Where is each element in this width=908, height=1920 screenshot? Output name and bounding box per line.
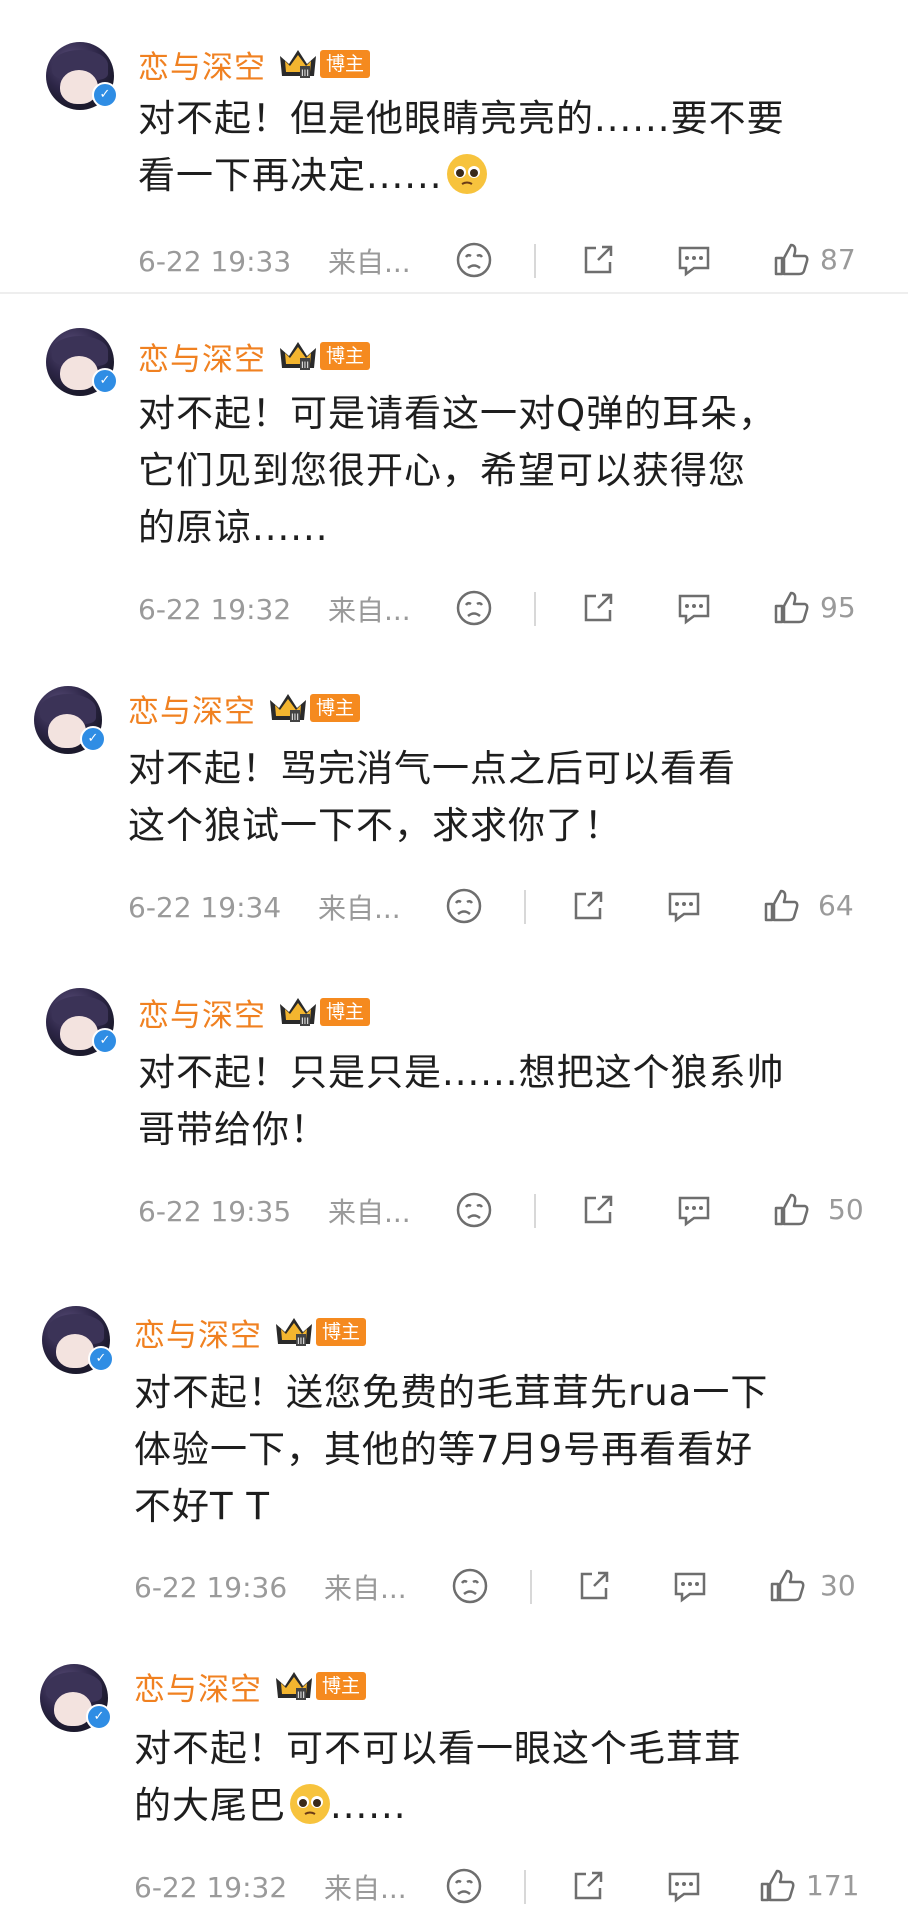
like-count: 95: [820, 591, 856, 624]
dislike-face-icon[interactable]: [454, 240, 494, 280]
comment-source: 来自...: [328, 1196, 411, 1229]
like-icon[interactable]: [772, 240, 812, 280]
comment-time: 6-22 19:32: [134, 1870, 288, 1904]
comment-time: 6-22 19:33: [138, 244, 292, 278]
svg-text:III: III: [297, 1691, 305, 1701]
crown-icon: III: [280, 342, 316, 371]
blogger-badge: 博主: [320, 50, 371, 78]
blogger-badge: 博主: [316, 1318, 367, 1346]
svg-text:III: III: [297, 1337, 305, 1347]
comment-source: 来自...: [324, 1572, 407, 1605]
like-count: 171: [806, 1869, 860, 1902]
crown-icon: III: [280, 998, 316, 1027]
divider: [534, 592, 536, 626]
username[interactable]: 恋与深空: [128, 686, 256, 731]
like-count: 87: [820, 243, 856, 276]
like-count: 30: [820, 1569, 856, 1602]
verified-icon: ✓: [92, 82, 118, 108]
comment-time: 6-22 19:34: [128, 890, 282, 924]
comment-icon[interactable]: [670, 1566, 710, 1606]
comment-time: 6-22 19:36: [134, 1570, 288, 1604]
divider: [524, 1870, 526, 1904]
crown-icon: III: [276, 1318, 312, 1347]
share-icon[interactable]: [578, 588, 618, 628]
comment-icon[interactable]: [674, 240, 714, 280]
share-icon[interactable]: [578, 240, 618, 280]
svg-text:III: III: [291, 713, 299, 723]
dislike-face-icon[interactable]: [444, 1866, 484, 1906]
pleading-face-emoji: [290, 1784, 330, 1824]
blogger-badge: 博主: [316, 1672, 367, 1700]
dislike-face-icon[interactable]: [454, 1190, 494, 1230]
verified-icon: ✓: [92, 368, 118, 394]
username[interactable]: 恋与深空: [134, 1664, 262, 1709]
dislike-face-icon[interactable]: [454, 588, 494, 628]
comment-time: 6-22 19:35: [138, 1194, 292, 1228]
blogger-badge: 博主: [310, 694, 361, 722]
verified-icon: ✓: [92, 1028, 118, 1054]
comment-feed: ✓ 恋与深空 III 博主 对不起！但是他眼睛亮亮的......要不要 看一下再…: [0, 0, 908, 1920]
like-icon[interactable]: [772, 1190, 812, 1230]
comment-text: 对不起！骂完消气一点之后可以看看 这个狼试一下不，求求你了！: [128, 747, 736, 847]
divider: [534, 244, 536, 278]
blogger-badge: 博主: [320, 342, 371, 370]
verified-icon: ✓: [80, 726, 106, 752]
comment-text: 对不起！可不可以看一眼这个毛茸茸 的大尾巴......: [134, 1727, 742, 1827]
svg-text:III: III: [301, 69, 309, 79]
divider: [530, 1570, 532, 1604]
like-icon[interactable]: [762, 886, 802, 926]
avatar[interactable]: ✓: [40, 1664, 112, 1732]
comment-source: 来自...: [328, 594, 411, 627]
comment-text: 对不起！但是他眼睛亮亮的......要不要 看一下再决定......: [138, 97, 785, 197]
avatar[interactable]: ✓: [34, 686, 106, 754]
blogger-badge: 博主: [320, 998, 371, 1026]
like-icon[interactable]: [768, 1566, 808, 1606]
share-icon[interactable]: [568, 886, 608, 926]
divider: [534, 1194, 536, 1228]
svg-text:III: III: [301, 361, 309, 371]
like-count: 64: [818, 889, 854, 922]
pleading-face-emoji: [446, 154, 487, 194]
like-count: 50: [828, 1193, 864, 1226]
like-icon[interactable]: [758, 1866, 798, 1906]
avatar[interactable]: ✓: [42, 1306, 114, 1374]
avatar[interactable]: ✓: [46, 328, 118, 396]
comment-icon[interactable]: [674, 588, 714, 628]
avatar[interactable]: ✓: [46, 42, 118, 110]
comment-icon[interactable]: [674, 1190, 714, 1230]
username[interactable]: 恋与深空: [138, 334, 266, 379]
separator: [0, 292, 908, 294]
comment-time: 6-22 19:32: [138, 592, 292, 626]
verified-icon: ✓: [88, 1346, 114, 1372]
share-icon[interactable]: [568, 1866, 608, 1906]
divider: [524, 890, 526, 924]
share-icon[interactable]: [578, 1190, 618, 1230]
crown-icon: III: [280, 50, 316, 79]
comment-text: 对不起！送您免费的毛茸茸先rua一下 体验一下，其他的等7月9号再看看好 不好T…: [134, 1371, 769, 1528]
comment-text: 对不起！可是请看这一对Q弹的耳朵， 它们见到您很开心，希望可以获得您 的原谅..…: [138, 392, 777, 549]
dislike-face-icon[interactable]: [450, 1566, 490, 1606]
share-icon[interactable]: [574, 1566, 614, 1606]
crown-icon: III: [270, 694, 306, 723]
username[interactable]: 恋与深空: [134, 1310, 262, 1355]
avatar[interactable]: ✓: [46, 988, 118, 1056]
comment-icon[interactable]: [664, 886, 704, 926]
dislike-face-icon[interactable]: [444, 886, 484, 926]
comment-source: 来自...: [318, 892, 401, 925]
username[interactable]: 恋与深空: [138, 990, 266, 1035]
comment-source: 来自...: [324, 1872, 407, 1905]
svg-text:III: III: [301, 1017, 309, 1027]
comment-source: 来自...: [328, 246, 411, 279]
comment-text: 对不起！只是只是......想把这个狼系帅 哥带给你！: [138, 1051, 785, 1151]
comment-icon[interactable]: [664, 1866, 704, 1906]
like-icon[interactable]: [772, 588, 812, 628]
crown-icon: III: [276, 1672, 312, 1701]
verified-icon: ✓: [86, 1704, 112, 1730]
username[interactable]: 恋与深空: [138, 42, 266, 87]
